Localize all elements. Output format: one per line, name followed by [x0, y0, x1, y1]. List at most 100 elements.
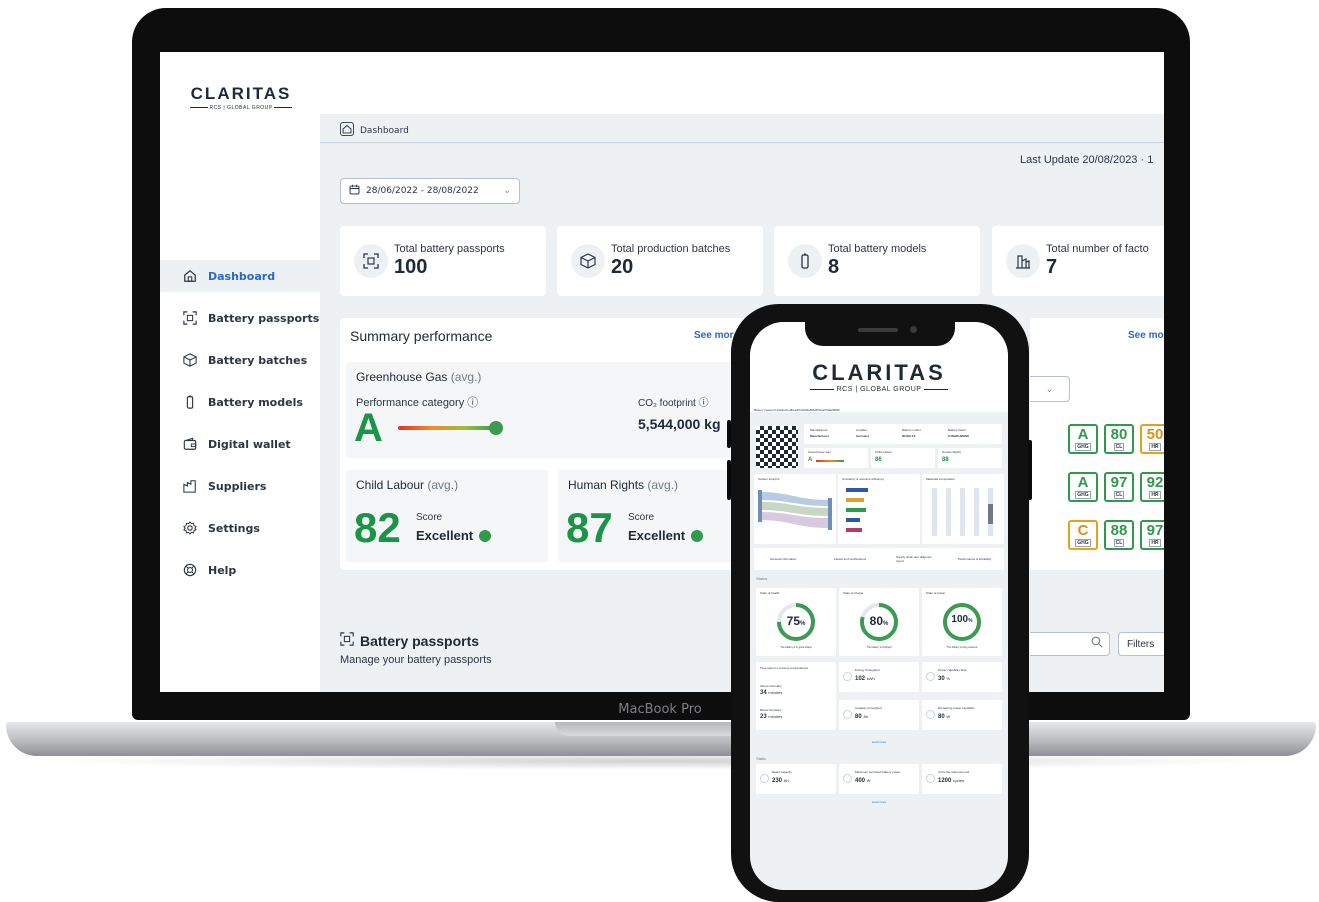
sankey-chart [758, 490, 832, 530]
sidebar-item-help[interactable]: Help [160, 554, 320, 586]
search-input[interactable] [1030, 632, 1110, 656]
state-of-health-card: State of health 75% The battery is in go… [756, 588, 836, 656]
chevron-down-icon: ⌄ [503, 186, 511, 196]
summary-performance-card: Summary performance See mor Greenhouse G… [340, 318, 770, 570]
filters-button[interactable]: Filters [1118, 632, 1164, 656]
sidebar-item-digital-wallet[interactable]: Digital wallet [160, 428, 320, 460]
tab-labels-certifications[interactable]: Labels and certifications [834, 557, 866, 561]
stat-card-factories[interactable]: Total number of facto 7 [992, 226, 1164, 296]
state-of-power-card: State of power 100% The battery is fully… [922, 588, 1002, 656]
rating-row[interactable]: A GHG 97 CL 92 HR [1068, 472, 1164, 502]
ghg-mini-card: Greenhouse Gas A [804, 448, 868, 468]
ghg-title: Greenhouse Gas (avg.) [356, 370, 482, 384]
sidebar-item-label: Help [208, 563, 237, 577]
sidebar-item-battery-batches[interactable]: Battery batches [160, 344, 320, 376]
remaining-power-card: Remaining power capability 80 W [922, 700, 1002, 730]
suppliers-icon [182, 478, 198, 494]
logo-subtitle: RCS | GLOBAL GROUP [804, 386, 954, 393]
rating: Excellent [628, 528, 704, 543]
cl-badge: 88 CL [1104, 520, 1134, 550]
static-section-label: Static [756, 756, 767, 761]
status-dot [691, 529, 704, 542]
sidebar-item-battery-models[interactable]: Battery models [160, 386, 320, 418]
tab-supply-chain[interactable]: Supply chain due diligence report [896, 555, 938, 563]
grade-scale-marker [489, 421, 503, 435]
tab-performance-durability[interactable]: Performance & Durability [958, 557, 991, 561]
product-mockup: MacBook Pro CLARITAS RCS | GLOBAL GROUP … [0, 0, 1319, 902]
battery-passports-subtitle: Manage your battery passports [340, 654, 492, 666]
laptop-brand-label: MacBook Pro [618, 702, 702, 717]
box-icon [571, 244, 605, 278]
factory-icon [1006, 244, 1040, 278]
phone-power-button [1028, 440, 1032, 500]
battery-icon [182, 394, 198, 410]
sidebar-item-settings[interactable]: Settings [160, 512, 320, 544]
sidebar-item-battery-passports[interactable]: Battery passports [160, 302, 320, 334]
battery-icon [788, 244, 822, 278]
energy-throughput-card: Energy throughput 102 kWh [839, 662, 919, 692]
carbon-footprint-card: Carbon footprint [754, 474, 836, 544]
see-more-link[interactable]: See mor [694, 330, 733, 341]
score-label: Score [628, 512, 655, 523]
score-label: Score [416, 512, 443, 523]
home-icon[interactable] [340, 122, 354, 139]
ghg-panel: Greenhouse Gas (avg.) Performance catego… [346, 362, 764, 458]
ghg-badge: A GHG [1068, 424, 1098, 454]
stat-card-battery-models[interactable]: Total battery models 8 [774, 226, 980, 296]
stat-value: 20 [611, 256, 634, 278]
load-more-link[interactable]: Load more [750, 800, 1008, 804]
claritas-logo[interactable]: CLARITAS RCS | GLOBAL GROUP [186, 84, 296, 111]
load-more-link[interactable]: Load more [750, 740, 1008, 744]
stat-card-battery-passports[interactable]: Total battery passports 100 [340, 226, 546, 296]
capacity-icon [843, 710, 852, 719]
child-labour-mini-card: Child Labour 86 [871, 448, 935, 468]
breadcrumb: Dashboard [340, 122, 409, 139]
grade-scale-bar [398, 426, 498, 430]
calendar-icon [349, 184, 360, 198]
gear-icon [182, 520, 198, 536]
ratings-panel: See mo ⌄ A GHG 80 CL 50 HR A GHG 97 CL 92 HR C… [1030, 318, 1164, 570]
rating-row[interactable]: C GHG 88 CL 97 HR [1068, 520, 1164, 550]
filter-select[interactable]: ⌄ [1030, 376, 1070, 402]
energy-icon [843, 672, 852, 681]
sidebar: CLARITAS RCS | GLOBAL GROUP Dashboard Ba… [160, 52, 320, 692]
sidebar-item-label: Battery passports [208, 311, 320, 325]
stat-value: 100 [394, 256, 428, 278]
search-icon [1091, 635, 1103, 653]
status-dot [479, 529, 492, 542]
passport-id: Battery passport d4e6ecbe3bee35c49b9a596… [754, 408, 840, 412]
battery-passports-heading: Battery passports [340, 632, 479, 649]
gauge-icon [760, 774, 769, 783]
sidebar-item-suppliers[interactable]: Suppliers [160, 470, 320, 502]
chevron-down-icon: ⌄ [1045, 383, 1054, 394]
rating-row[interactable]: A GHG 80 CL 50 HR [1068, 424, 1164, 454]
cl-badge: 80 CL [1104, 424, 1134, 454]
circularity-card: Circularity & resource efficiency [838, 474, 920, 544]
child-labour-score: 82 [354, 504, 401, 551]
state-of-health-value: 75% [786, 614, 806, 628]
human-rights-score: 87 [566, 504, 613, 551]
qr-scan-icon [182, 310, 198, 326]
breadcrumb-dashboard[interactable]: Dashboard [360, 126, 409, 136]
see-more-link[interactable]: See mo [1128, 330, 1164, 341]
date-range-value: 28/06/2022 - 28/08/2022 [366, 186, 479, 196]
wallet-icon [182, 436, 198, 452]
ghg-grade: A [354, 406, 383, 450]
hr-badge: 92 HR [1140, 472, 1164, 502]
rated-capacity-card: Rated capacity 230 Ah [756, 764, 836, 794]
sidebar-item-label: Dashboard [208, 269, 276, 283]
stat-card-production-batches[interactable]: Total production batches 20 [557, 226, 763, 296]
tab-general-information[interactable]: General information [770, 557, 796, 561]
stat-value: 7 [1046, 256, 1058, 278]
phone-notch [805, 318, 955, 346]
sidebar-item-dashboard[interactable]: Dashboard [160, 260, 320, 292]
child-labour-title: Child Labour (avg.) [356, 478, 459, 492]
power-icon [926, 710, 935, 719]
materials-composition-card: Materials composition [922, 474, 1004, 544]
state-of-power-value: 100% [951, 614, 973, 625]
logo-wordmark: CLARITAS [812, 360, 946, 385]
power-icon [843, 774, 852, 783]
date-range-picker[interactable]: 28/06/2022 - 28/08/2022 ⌄ [340, 178, 520, 204]
phone-screen: CLARITAS RCS | GLOBAL GROUP Battery pass… [750, 322, 1008, 890]
box-icon [182, 352, 198, 368]
